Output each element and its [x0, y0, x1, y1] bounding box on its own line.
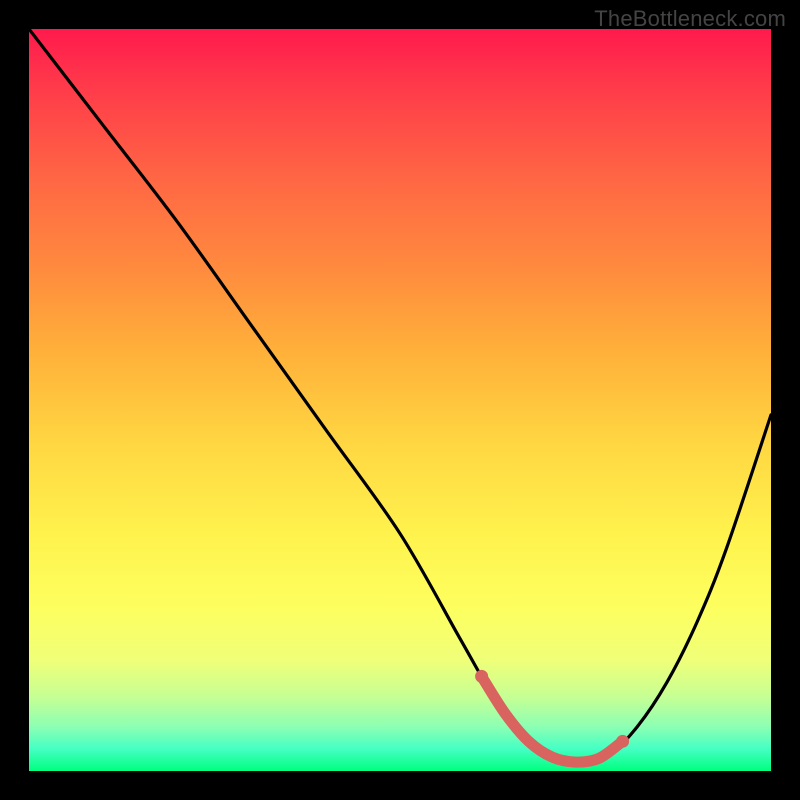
- chart-frame: TheBottleneck.com: [0, 0, 800, 800]
- plot-area: [29, 29, 771, 771]
- optimal-range-band: [29, 29, 771, 771]
- watermark-text: TheBottleneck.com: [594, 6, 786, 32]
